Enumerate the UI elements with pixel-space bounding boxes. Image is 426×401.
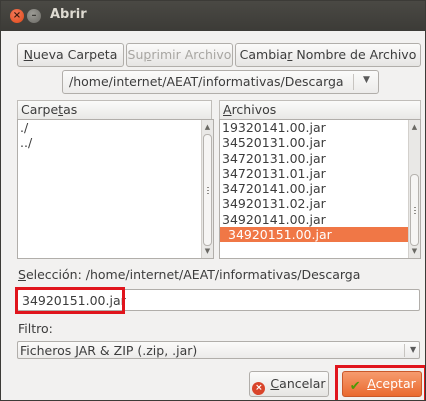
new-folder-button[interactable]: Nueva Carpeta (17, 43, 124, 67)
scroll-up-icon[interactable]: ▲ (409, 121, 420, 133)
minimize-window-icon[interactable]: – (27, 9, 41, 23)
folder-list-item[interactable]: ./ (18, 120, 213, 135)
window-title: Abrir (50, 7, 87, 22)
cancel-icon: × (252, 382, 266, 395)
grip-icon (207, 187, 209, 188)
scroll-up-icon[interactable]: ▲ (202, 121, 213, 133)
files-header[interactable]: Archivos (219, 100, 421, 120)
selection-label: Selección: /home/internet/AEAT/informati… (18, 267, 361, 282)
close-window-icon[interactable]: × (10, 9, 24, 23)
files-list: 19320141.00.jar 34520131.00.jar 34720131.0… (219, 119, 421, 259)
delete-file-button[interactable]: Suprimir Archivo (126, 43, 233, 67)
filter-combo[interactable]: Ficheros JAR & ZIP (.zip, .jar) ▼ (17, 341, 420, 359)
file-list-item-selected[interactable]: 34920151.00.jar (220, 227, 420, 243)
scroll-down-icon[interactable]: ▼ (409, 245, 420, 257)
file-open-dialog: × – Abrir Nueva Carpeta Suprimir Archivo… (0, 0, 426, 401)
file-list-item[interactable]: 34720131.01.jar (220, 166, 420, 181)
file-list-item[interactable]: 34520131.00.jar (220, 135, 420, 150)
scroll-down-icon[interactable]: ▼ (202, 245, 213, 257)
grip-icon (414, 213, 416, 214)
grip-icon (207, 193, 209, 194)
file-list-item[interactable]: 34720131.00.jar (220, 151, 420, 166)
filter-label: Filtro: (18, 321, 53, 336)
grip-icon (414, 210, 416, 211)
grip-icon (207, 190, 209, 191)
combo-separator (404, 344, 405, 357)
file-list-item[interactable]: 19320141.00.jar (220, 120, 420, 135)
folders-list: ./../ ▲ ▼ (17, 119, 214, 259)
file-list-item[interactable]: 34720141.00.jar (220, 181, 420, 196)
directory-path-combo[interactable]: /home/internet/AEAT/informativas/Descarg… (62, 70, 379, 94)
chevron-down-icon: ▼ (410, 345, 417, 354)
file-list-item[interactable]: 34920141.00.jar (220, 212, 420, 227)
folder-list-item[interactable]: ../ (18, 135, 213, 150)
cancel-button[interactable]: × Cancelar (249, 371, 329, 397)
chevron-down-icon: ▼ (363, 75, 370, 85)
directory-path-value: /home/internet/AEAT/informativas/Descarg… (69, 74, 344, 89)
accept-highlight-box (335, 365, 425, 400)
files-items: 19320141.00.jar 34520131.00.jar 34720131.0… (220, 120, 420, 243)
filter-value: Ficheros JAR & ZIP (.zip, .jar) (20, 343, 198, 358)
filename-highlight-box (15, 287, 125, 314)
folders-scrollbar[interactable]: ▲ ▼ (201, 120, 213, 258)
folders-scroll-thumb[interactable] (203, 134, 212, 246)
grip-icon (414, 207, 416, 208)
folders-header[interactable]: Carpetas (17, 100, 212, 120)
files-scrollbar[interactable]: ▲ ▼ (408, 120, 420, 258)
rename-file-button[interactable]: Cambiar Nombre de Archivo (235, 43, 421, 67)
files-scroll-thumb[interactable] (410, 174, 419, 246)
file-list-item[interactable]: 34920131.02.jar (220, 196, 420, 211)
title-bar: × – Abrir (1, 1, 425, 31)
folders-items: ./../ (18, 120, 213, 151)
combo-separator (353, 74, 354, 90)
